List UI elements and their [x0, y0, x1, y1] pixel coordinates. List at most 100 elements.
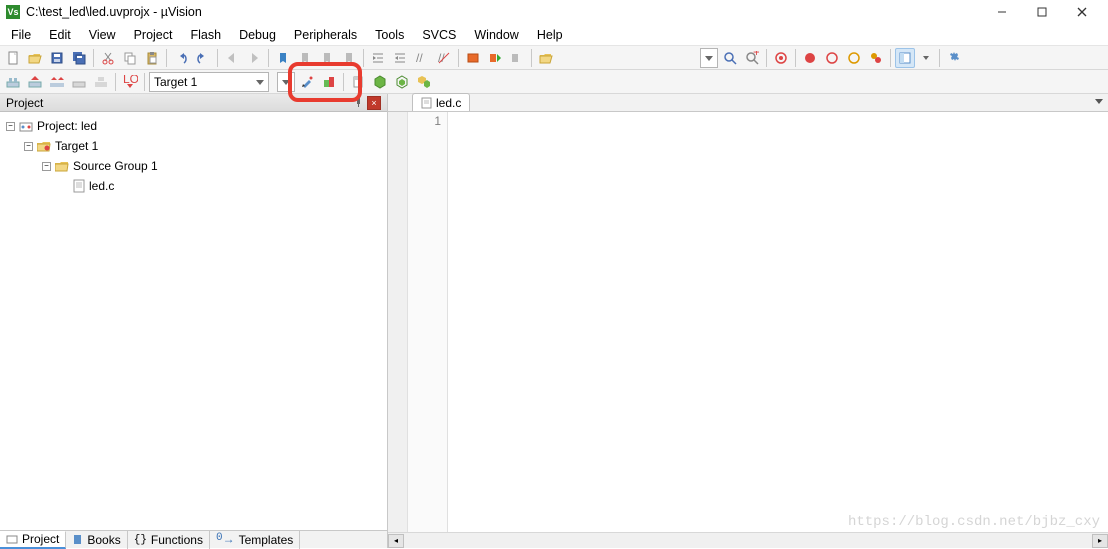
- panel-tab-label: Functions: [151, 533, 203, 547]
- editor-tab-label: led.c: [436, 96, 461, 110]
- macro-button[interactable]: [463, 48, 483, 68]
- bookmark-next-button[interactable]: [317, 48, 337, 68]
- manage-components-button[interactable]: [370, 72, 390, 92]
- breakpoint-disable-button[interactable]: [822, 48, 842, 68]
- panel-tab-label: Books: [87, 533, 120, 547]
- menu-file[interactable]: File: [2, 25, 40, 45]
- editor-marker-margin[interactable]: [388, 112, 408, 532]
- tree-project-root[interactable]: − Project: led: [2, 116, 385, 136]
- editor-tab[interactable]: led.c: [412, 93, 470, 111]
- tree-source-group[interactable]: − Source Group 1: [2, 156, 385, 176]
- editor-area: led.c 1 ◂ ▸: [388, 94, 1108, 548]
- uncomment-button[interactable]: //: [434, 48, 454, 68]
- menu-edit[interactable]: Edit: [40, 25, 80, 45]
- menu-svcs[interactable]: SVCS: [413, 25, 465, 45]
- breakpoint-kill-button[interactable]: [844, 48, 864, 68]
- c-file-icon: [73, 179, 85, 193]
- find-button[interactable]: [720, 48, 740, 68]
- bookmark-clear-button[interactable]: [339, 48, 359, 68]
- editor-tab-dropdown[interactable]: [1094, 96, 1104, 106]
- window-layout-dropdown[interactable]: [917, 48, 935, 68]
- bookmark-prev-button[interactable]: [295, 48, 315, 68]
- incremental-find-button[interactable]: +: [742, 48, 762, 68]
- comment-button[interactable]: //: [412, 48, 432, 68]
- undo-button[interactable]: [171, 48, 191, 68]
- build-toolbar: LOAD Target 1: [0, 70, 1108, 94]
- tree-collapse-icon[interactable]: −: [42, 162, 51, 171]
- templates-tab-icon: 0→: [216, 532, 235, 546]
- menu-debug[interactable]: Debug: [230, 25, 285, 45]
- debug-button[interactable]: [771, 48, 791, 68]
- menu-tools[interactable]: Tools: [366, 25, 413, 45]
- nav-forward-button[interactable]: [244, 48, 264, 68]
- file-ext-button[interactable]: [348, 72, 368, 92]
- options-for-target-button[interactable]: [297, 72, 317, 92]
- tree-label: led.c: [89, 179, 114, 193]
- tree-file-item[interactable]: led.c: [2, 176, 385, 196]
- cut-button[interactable]: [98, 48, 118, 68]
- menu-peripherals[interactable]: Peripherals: [285, 25, 366, 45]
- redo-button[interactable]: [193, 48, 213, 68]
- stop-build-button[interactable]: [91, 72, 111, 92]
- target-select-combo[interactable]: Target 1: [149, 72, 269, 92]
- rebuild-button[interactable]: [47, 72, 67, 92]
- translate-button[interactable]: [3, 72, 23, 92]
- tree-collapse-icon[interactable]: −: [6, 122, 15, 131]
- nav-back-button[interactable]: [222, 48, 242, 68]
- scroll-left-button[interactable]: ◂: [388, 534, 404, 548]
- open-file-button[interactable]: [25, 48, 45, 68]
- scroll-right-button[interactable]: ▸: [1092, 534, 1108, 548]
- find-combo-arrow[interactable]: [700, 48, 718, 68]
- window-layout-button[interactable]: [895, 48, 915, 68]
- macro-run-button[interactable]: [485, 48, 505, 68]
- tree-target[interactable]: − Target 1: [2, 136, 385, 156]
- panel-tab-templates[interactable]: 0→ Templates: [210, 531, 300, 549]
- menu-help[interactable]: Help: [528, 25, 572, 45]
- minimize-button[interactable]: [982, 1, 1022, 23]
- indent-button[interactable]: [368, 48, 388, 68]
- project-panel-tabs: Project Books {} Functions 0→ Templates: [0, 530, 387, 548]
- panel-tab-functions[interactable]: {} Functions: [128, 531, 210, 549]
- tree-collapse-icon[interactable]: −: [24, 142, 33, 151]
- close-button[interactable]: [1062, 1, 1102, 23]
- line-number: 1: [408, 114, 441, 128]
- target-history-button[interactable]: [277, 72, 295, 92]
- menu-view[interactable]: View: [80, 25, 125, 45]
- paste-button[interactable]: [142, 48, 162, 68]
- new-file-button[interactable]: [3, 48, 23, 68]
- download-button[interactable]: LOAD: [120, 72, 140, 92]
- save-button[interactable]: [47, 48, 67, 68]
- panel-pin-button[interactable]: [351, 96, 365, 110]
- menu-flash[interactable]: Flash: [181, 25, 230, 45]
- title-bar: Vs C:\test_led\led.uvprojx - µVision: [0, 0, 1108, 24]
- functions-tab-icon: {}: [134, 534, 147, 546]
- editor-tab-bar: led.c: [388, 94, 1108, 112]
- batch-build-button[interactable]: [69, 72, 89, 92]
- breakpoint-insert-button[interactable]: [800, 48, 820, 68]
- panel-close-button[interactable]: ×: [367, 96, 381, 110]
- panel-tab-project[interactable]: Project: [0, 531, 66, 549]
- project-panel-header: Project ×: [0, 94, 387, 112]
- outdent-button[interactable]: [390, 48, 410, 68]
- app-icon: Vs: [6, 5, 20, 19]
- breakpoint-killall-button[interactable]: [866, 48, 886, 68]
- build-button[interactable]: [25, 72, 45, 92]
- pack-installer-button[interactable]: [414, 72, 434, 92]
- panel-tab-books[interactable]: Books: [66, 531, 127, 549]
- select-software-packs-button[interactable]: [392, 72, 412, 92]
- copy-button[interactable]: [120, 48, 140, 68]
- bookmark-toggle-button[interactable]: [273, 48, 293, 68]
- menu-project[interactable]: Project: [125, 25, 182, 45]
- code-editor[interactable]: [448, 112, 1108, 532]
- editor-hscrollbar[interactable]: ◂ ▸: [388, 532, 1108, 548]
- find-in-files-button[interactable]: [536, 48, 556, 68]
- manage-rtenv-button[interactable]: [319, 72, 339, 92]
- tree-label: Project: led: [37, 119, 97, 133]
- macro-stop-button[interactable]: [507, 48, 527, 68]
- project-tree[interactable]: − Project: led − Target 1 − Source Group…: [0, 112, 387, 530]
- project-panel: Project × − Project: led − Target 1 − So…: [0, 94, 388, 548]
- maximize-button[interactable]: [1022, 1, 1062, 23]
- configure-button[interactable]: [944, 48, 964, 68]
- save-all-button[interactable]: [69, 48, 89, 68]
- menu-window[interactable]: Window: [465, 25, 527, 45]
